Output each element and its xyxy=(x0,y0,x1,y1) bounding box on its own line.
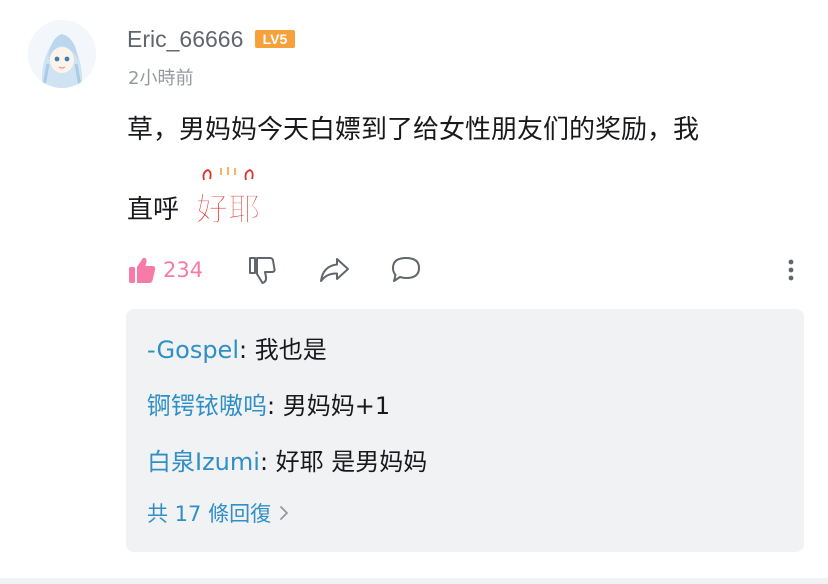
reply-item[interactable]: 白泉Izumi: 好耶 是男妈妈 xyxy=(147,447,427,477)
chevron-right-icon xyxy=(280,506,288,520)
reply-username[interactable]: 锕锷铱嗷呜 xyxy=(147,392,267,420)
username[interactable]: Eric_66666 xyxy=(127,26,243,53)
replies-panel: -Gospel: 我也是 锕锷铱嗷呜: 男妈妈+1 白泉Izumi: 好耶 是男… xyxy=(126,309,804,552)
comment-text-line1: 草，男妈妈今天白嫖到了给女性朋友们的奖励，我 xyxy=(127,115,700,145)
share-button[interactable] xyxy=(317,250,351,290)
dislike-button[interactable] xyxy=(245,250,277,290)
more-replies-label: 共 17 條回復 xyxy=(147,502,272,526)
more-options-button[interactable] xyxy=(781,250,801,290)
reply-text: 男妈妈+1 xyxy=(282,392,391,420)
reply-separator: : xyxy=(267,392,283,420)
action-bar: 234 xyxy=(127,250,817,290)
reply-separator: : xyxy=(259,448,276,476)
share-icon xyxy=(320,258,349,282)
reply-text: 我也是 xyxy=(254,336,327,364)
like-button[interactable]: 234 xyxy=(127,250,203,290)
bottom-divider xyxy=(0,578,828,584)
comment-card: Eric_66666 LV5 2小時前 草，男妈妈今天白嫖到了给女性朋友们的奖励… xyxy=(0,0,828,584)
emote-text: 好耶 xyxy=(195,190,260,228)
reply-username[interactable]: 白泉Izumi xyxy=(147,448,260,476)
thumbs-up-icon xyxy=(129,257,156,283)
reply-button[interactable] xyxy=(389,250,423,290)
level-text: LV5 xyxy=(263,31,288,47)
reply-item[interactable]: -Gospel: 我也是 xyxy=(147,335,327,365)
timestamp: 2小時前 xyxy=(128,68,194,89)
comment-text-line2: 直呼 xyxy=(127,195,180,225)
reply-text: 好耶 是男妈妈 xyxy=(275,448,428,476)
comment-icon xyxy=(392,257,420,282)
level-badge: LV5 xyxy=(255,30,296,48)
thumbs-down-icon xyxy=(249,257,276,284)
username-row: Eric_66666 LV5 xyxy=(127,22,296,56)
avatar-image xyxy=(28,20,96,88)
reply-separator: : xyxy=(239,336,255,364)
haoye-emote: 好耶 xyxy=(195,167,260,228)
view-more-replies-link[interactable]: 共 17 條回復 xyxy=(147,498,289,528)
more-vertical-icon xyxy=(788,259,794,281)
like-count: 234 xyxy=(163,258,204,282)
reply-item[interactable]: 锕锷铱嗷呜: 男妈妈+1 xyxy=(147,391,390,421)
reply-username[interactable]: -Gospel xyxy=(147,336,239,364)
avatar[interactable] xyxy=(28,20,96,88)
